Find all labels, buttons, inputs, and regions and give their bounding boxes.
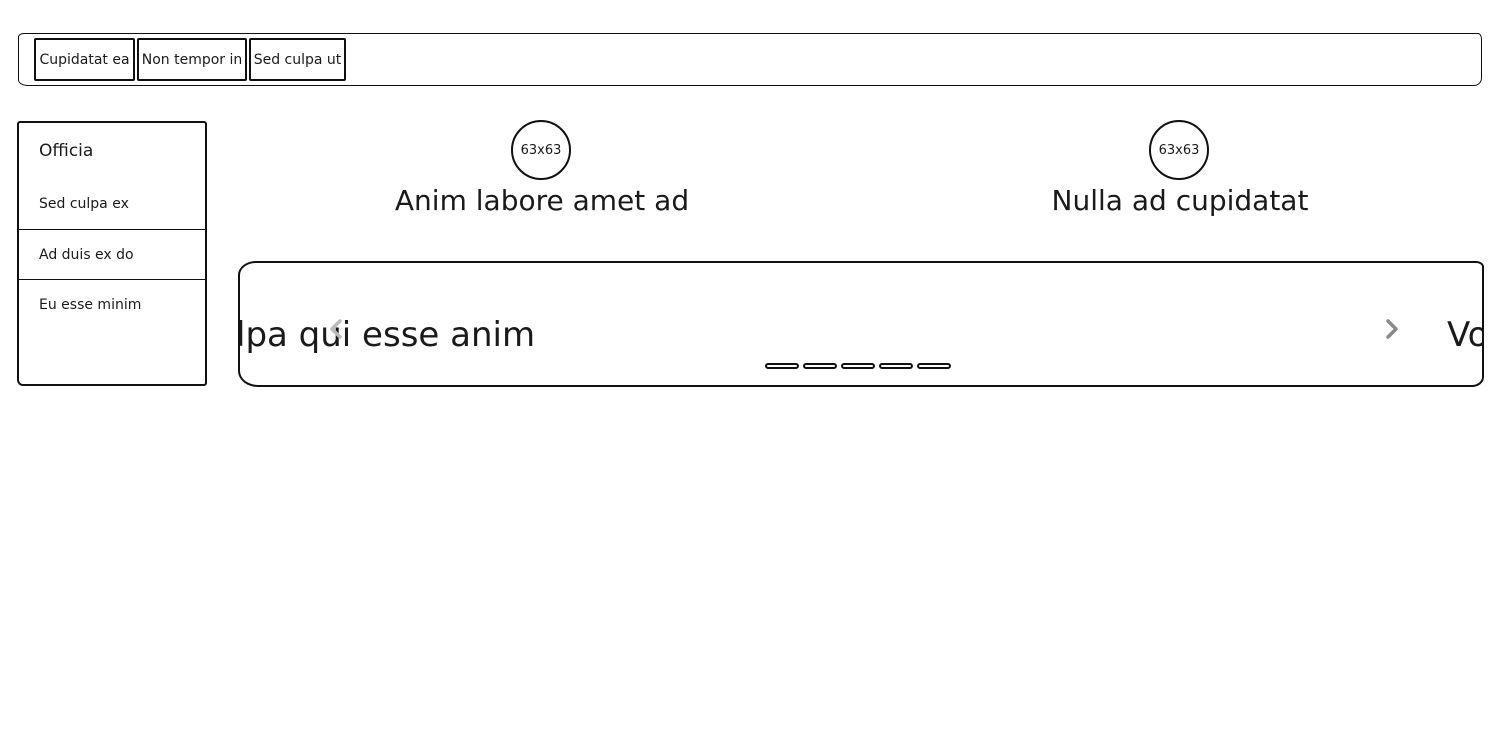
carousel-indicator[interactable] [765,363,799,369]
sidebar-item-ad-duis-ex-do[interactable]: Ad duis ex do [19,229,205,279]
carousel: lpa qui esse anim Vo [238,261,1484,387]
feature-caption: Nulla ad cupidatat [1051,184,1309,217]
carousel-indicator[interactable] [803,363,837,369]
carousel-slide-text: lpa qui esse anim [238,315,536,355]
carousel-indicator[interactable] [841,363,875,369]
feature-caption: Anim labore amet ad [394,184,690,217]
carousel-indicator[interactable] [917,363,951,369]
sidebar-item-label: Sed culpa ex [39,196,129,212]
image-placeholder: 63x63 [511,120,571,180]
carousel-indicator[interactable] [879,363,913,369]
tab-non-tempor-in[interactable]: Non tempor in [137,38,247,81]
chevron-left-icon [330,319,342,339]
carousel-next-slide-text: Vo [1447,315,1482,355]
chevron-right-icon [1386,319,1398,339]
tab-list: Cupidatat ea Non tempor in Sed culpa ut [34,38,348,81]
sidebar-item-eu-esse-minim[interactable]: Eu esse minim [19,279,205,329]
tab-sed-culpa-ut[interactable]: Sed culpa ut [249,38,346,81]
carousel-prev-button[interactable] [324,315,348,343]
sidebar-title: Officia [39,141,94,161]
sidebar-item-label: Ad duis ex do [39,246,134,263]
tab-cupidatat-ea[interactable]: Cupidatat ea [34,38,135,81]
sidebar-item-label: Eu esse minim [39,296,142,313]
carousel-indicators [765,363,955,369]
sidebar-nav: Officia Sed culpa ex Ad duis ex do Eu es… [17,121,207,386]
image-size-label: 63x63 [1158,142,1200,158]
image-placeholder: 63x63 [1149,120,1209,180]
sidebar-item-sed-culpa-ex[interactable]: Sed culpa ex [19,179,205,229]
carousel-next-button[interactable] [1380,315,1404,343]
image-size-label: 63x63 [520,142,562,158]
